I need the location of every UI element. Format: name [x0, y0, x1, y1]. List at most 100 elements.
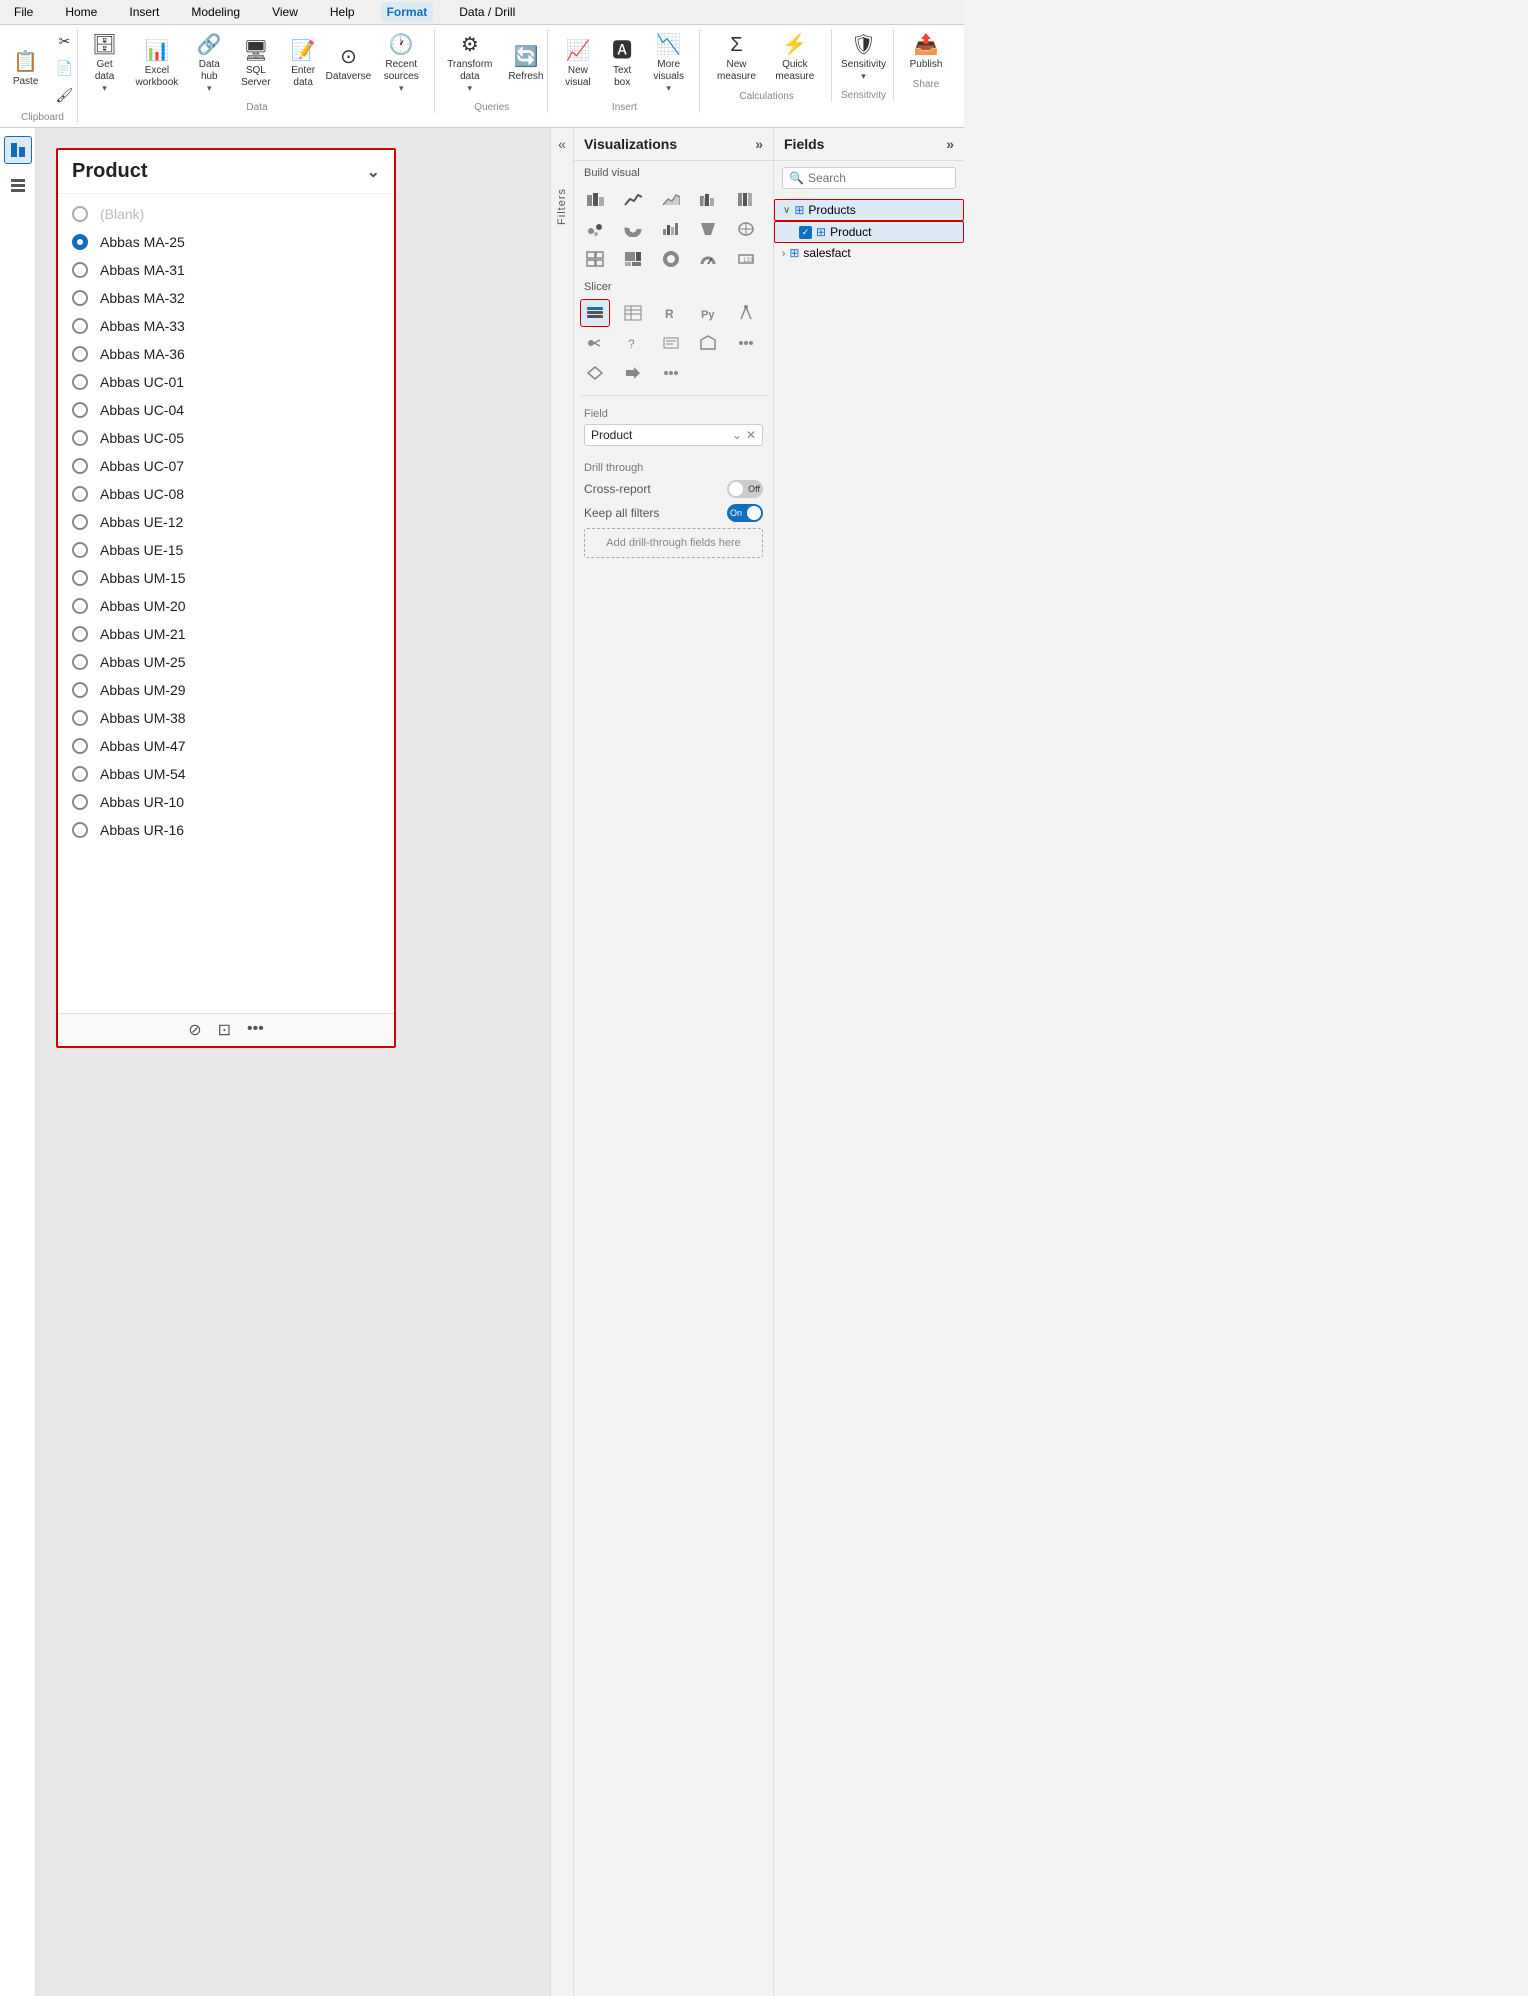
cut-button[interactable]: ✂ — [50, 29, 80, 54]
new-visual-button[interactable]: 📈 New visual — [558, 35, 598, 93]
tree-child-item[interactable]: ✓⊞Product — [774, 221, 964, 243]
slicer-item[interactable]: Abbas UM-25 — [58, 648, 394, 676]
viz-paginated-report[interactable] — [693, 329, 723, 357]
viz-diamond[interactable] — [580, 359, 610, 387]
menu-help[interactable]: Help — [324, 2, 361, 22]
menu-data-drill[interactable]: Data / Drill — [453, 2, 521, 22]
viz-expand-icon[interactable]: » — [755, 136, 763, 152]
cross-report-toggle[interactable]: Off — [727, 480, 763, 498]
menu-view[interactable]: View — [266, 2, 304, 22]
fields-expand-icon[interactable]: » — [946, 136, 954, 152]
canvas-area: Product ⌄ (Blank)Abbas MA-25Abbas MA-31A… — [36, 128, 550, 1996]
viz-line-chart[interactable] — [618, 185, 648, 213]
menu-format[interactable]: Format — [381, 2, 434, 22]
sql-button[interactable]: 🖥 SQL Server — [233, 35, 278, 93]
viz-r-script[interactable]: R — [656, 299, 686, 327]
report-view-icon[interactable] — [4, 136, 32, 164]
menu-insert[interactable]: Insert — [123, 2, 165, 22]
menu-modeling[interactable]: Modeling — [185, 2, 246, 22]
viz-clustered-bar[interactable] — [693, 185, 723, 213]
tree-item-salesfact[interactable]: ›⊞salesfact — [774, 243, 964, 263]
text-box-button[interactable]: 🅰 Text box — [602, 35, 642, 93]
viz-card[interactable]: 123 — [731, 245, 761, 273]
slicer-item[interactable]: Abbas UR-16 — [58, 816, 394, 844]
slicer-filter-icon[interactable]: ⊘ — [188, 1020, 201, 1040]
slicer-item[interactable]: Abbas UM-15 — [58, 564, 394, 592]
slicer-list[interactable]: (Blank)Abbas MA-25Abbas MA-31Abbas MA-32… — [58, 194, 394, 1013]
dataverse-button[interactable]: ⊙ Dataverse — [328, 41, 369, 87]
viz-matrix[interactable] — [580, 245, 610, 273]
viz-qa-visual[interactable]: ? — [618, 329, 648, 357]
copy-button[interactable]: 📄 — [50, 56, 80, 81]
viz-map[interactable] — [731, 215, 761, 243]
data-view-icon[interactable] — [4, 172, 32, 200]
slicer-item[interactable]: Abbas UE-15 — [58, 536, 394, 564]
fields-search-box[interactable]: 🔍 — [782, 167, 956, 189]
slicer-item[interactable]: Abbas UC-08 — [58, 480, 394, 508]
slicer-item[interactable]: Abbas UC-05 — [58, 424, 394, 452]
publish-button[interactable]: 📤 Publish — [904, 29, 949, 75]
data-hub-button[interactable]: 🔗 Data hub ▾ — [189, 29, 229, 98]
slicer-item[interactable]: Abbas UC-01 — [58, 368, 394, 396]
viz-table[interactable] — [618, 299, 648, 327]
viz-donut[interactable] — [656, 245, 686, 273]
slicer-item[interactable]: Abbas MA-31 — [58, 256, 394, 284]
new-measure-button[interactable]: Σ New measure — [710, 29, 763, 87]
quick-measure-button[interactable]: ⚡ Quick measure — [767, 29, 823, 87]
keep-filters-toggle[interactable]: On — [727, 504, 763, 522]
refresh-button[interactable]: 🔄 Refresh — [506, 41, 546, 87]
transform-data-button[interactable]: ⚙ Transform data ▾ — [438, 29, 502, 98]
slicer-chevron-icon[interactable]: ⌄ — [367, 162, 380, 182]
viz-area-chart[interactable] — [656, 185, 686, 213]
paste-button[interactable]: 📋 Paste — [6, 46, 46, 92]
viz-ellipsis[interactable] — [656, 359, 686, 387]
viz-pie-chart[interactable] — [618, 215, 648, 243]
filters-collapse-icon[interactable]: « — [558, 136, 566, 152]
slicer-item[interactable]: Abbas UM-29 — [58, 676, 394, 704]
viz-gauge[interactable] — [693, 245, 723, 273]
fields-search-input[interactable] — [808, 171, 963, 185]
slicer-item[interactable]: Abbas MA-25 — [58, 228, 394, 256]
slicer-item[interactable]: Abbas UM-47 — [58, 732, 394, 760]
slicer-item[interactable]: Abbas UE-12 — [58, 508, 394, 536]
add-drill-through-box[interactable]: Add drill-through fields here — [584, 528, 763, 558]
viz-waterfall[interactable] — [656, 215, 686, 243]
viz-funnel[interactable] — [693, 215, 723, 243]
viz-treemap[interactable] — [618, 245, 648, 273]
viz-scatter[interactable] — [580, 215, 610, 243]
slicer-item[interactable]: (Blank) — [58, 200, 394, 228]
viz-key-influencers[interactable] — [580, 329, 610, 357]
slicer-item[interactable]: Abbas UC-07 — [58, 452, 394, 480]
slicer-item[interactable]: Abbas UR-10 — [58, 788, 394, 816]
slicer-expand-icon[interactable]: ⊡ — [218, 1020, 231, 1040]
field-remove-icon[interactable]: ✕ — [746, 428, 756, 442]
slicer-item[interactable]: Abbas UM-38 — [58, 704, 394, 732]
enter-data-button[interactable]: 📝 Enter data — [282, 35, 323, 93]
field-expand-icon[interactable]: ⌄ — [732, 428, 742, 442]
get-data-button[interactable]: 🗄 Get data ▾ — [85, 29, 125, 98]
slicer-item[interactable]: Abbas MA-33 — [58, 312, 394, 340]
viz-python[interactable]: Py — [693, 299, 723, 327]
recent-sources-button[interactable]: 🕐 Recent sources ▾ — [373, 29, 429, 98]
viz-stacked-bar[interactable] — [580, 185, 610, 213]
slicer-item[interactable]: Abbas UM-54 — [58, 760, 394, 788]
slicer-item[interactable]: Abbas UC-04 — [58, 396, 394, 424]
slicer-item[interactable]: Abbas MA-32 — [58, 284, 394, 312]
slicer-item[interactable]: Abbas UM-21 — [58, 620, 394, 648]
viz-smart-narrative[interactable] — [656, 329, 686, 357]
viz-arrow[interactable] — [618, 359, 648, 387]
viz-decomposition[interactable] — [731, 299, 761, 327]
excel-button[interactable]: 📊 Excel workbook — [129, 35, 186, 93]
slicer-item[interactable]: Abbas UM-20 — [58, 592, 394, 620]
more-visuals-button[interactable]: 📉 More visuals ▾ — [646, 29, 691, 98]
sensitivity-button[interactable]: 🛡 Sensitivity ▾ — [835, 29, 892, 86]
format-painter-button[interactable]: 🖌 — [50, 83, 80, 108]
viz-more[interactable] — [731, 329, 761, 357]
menu-file[interactable]: File — [8, 2, 39, 22]
slicer-more-icon[interactable]: ••• — [247, 1020, 264, 1040]
viz-100-stacked[interactable] — [731, 185, 761, 213]
viz-slicer-selected[interactable] — [580, 299, 610, 327]
slicer-item[interactable]: Abbas MA-36 — [58, 340, 394, 368]
tree-item-products[interactable]: ∨⊞Products — [774, 199, 964, 221]
menu-home[interactable]: Home — [59, 2, 103, 22]
